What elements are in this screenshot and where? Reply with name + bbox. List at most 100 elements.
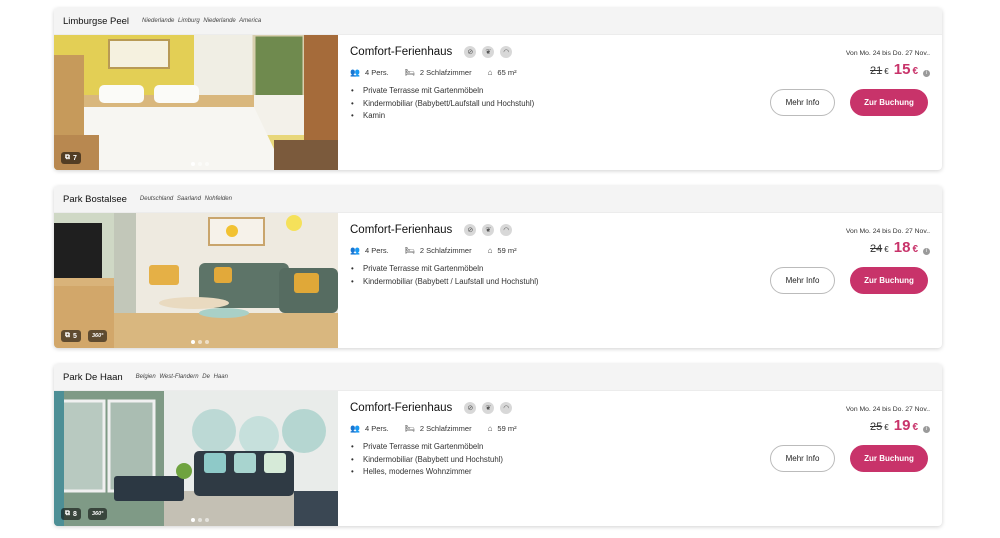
no-smoking-icon: ⊘ [464, 46, 477, 58]
old-price: 21 [870, 65, 883, 77]
house-title[interactable]: Comfort-Ferienhaus [350, 224, 452, 236]
carousel-dot[interactable] [198, 162, 202, 166]
carousel-dots [191, 162, 209, 166]
carousel-dot[interactable] [205, 340, 209, 344]
gallery-icon: ⧉ [65, 510, 70, 517]
house-title[interactable]: Comfort-Ferienhaus [350, 46, 452, 58]
book-button[interactable]: Zur Buchung [850, 445, 928, 472]
listing-photo[interactable]: ⧉ 5 360° [54, 213, 338, 348]
carousel-dot[interactable] [205, 518, 209, 522]
price-area: Von Mo. 24 bis Do. 27 Nov.. 21 € 15 € i [846, 50, 930, 78]
price-area: Von Mo. 24 bis Do. 27 Nov.. 25 € 19 € i [846, 406, 930, 434]
card-header: Park Bostalsee Deutschland Saarland Nohf… [54, 186, 942, 213]
old-price-currency: € [884, 67, 889, 76]
new-price-currency: € [912, 244, 918, 255]
park-location: Niederlande Limburg Niederlande America [142, 18, 262, 24]
card-header: Park De Haan Belgien West-Flandern De Ha… [54, 364, 942, 391]
pets-icon: ❦ [482, 224, 495, 236]
park-location: Deutschland Saarland Nohfelden [139, 196, 232, 202]
photo-count-badge[interactable]: ⧉ 7 [61, 152, 81, 164]
book-button[interactable]: Zur Buchung [850, 267, 928, 294]
new-price-currency: € [912, 66, 918, 77]
no-smoking-icon: ⊘ [464, 402, 477, 414]
carousel-dot[interactable] [205, 162, 209, 166]
listing-card: Park De Haan Belgien West-Flandern De Ha… [54, 364, 942, 526]
house-icon: ⌂ [487, 424, 493, 433]
feature-list: Private Terrasse mit Gartenmöbeln Kinder… [350, 85, 750, 123]
listing-photo[interactable]: ⧉ 7 [54, 35, 338, 170]
wifi-icon: ◠ [500, 224, 513, 236]
feature-item: Kamin [350, 110, 750, 123]
old-price: 24 [870, 243, 883, 255]
more-info-button[interactable]: Mehr Info [770, 445, 835, 472]
bedrooms-value: 2 Schlafzimmer [419, 68, 472, 77]
new-price: 18 [893, 239, 911, 256]
feature-item: Private Terrasse mit Gartenmöbeln [350, 441, 750, 454]
carousel-dot[interactable] [198, 340, 202, 344]
wifi-icon: ◠ [500, 402, 513, 414]
persons-icon: 👥 [350, 246, 360, 255]
wifi-icon: ◠ [500, 46, 513, 58]
gallery-icon: ⧉ [65, 154, 70, 161]
date-range: Von Mo. 24 bis Do. 27 Nov.. [845, 228, 930, 235]
house-icon: ⌂ [487, 246, 493, 255]
new-price: 19 [893, 417, 911, 434]
listing-card: Limburgse Peel Niederlande Limburg Niede… [54, 8, 942, 170]
book-button[interactable]: Zur Buchung [850, 89, 928, 116]
listing-card: Park Bostalsee Deutschland Saarland Nohf… [54, 186, 942, 348]
park-name[interactable]: Limburgse Peel [63, 16, 129, 27]
photo-count-badge[interactable]: ⧉ 5 [61, 330, 81, 342]
pets-icon: ❦ [482, 46, 495, 58]
info-icon[interactable]: i [923, 425, 930, 433]
carousel-dot[interactable] [191, 518, 195, 522]
bed-icon: 🛏 [404, 68, 415, 77]
persons-icon: 👥 [350, 424, 360, 433]
carousel-dot[interactable] [191, 162, 195, 166]
date-range: Von Mo. 24 bis Do. 27 Nov.. [845, 50, 930, 57]
info-icon[interactable]: i [923, 247, 930, 255]
park-name[interactable]: Park Bostalsee [63, 194, 127, 205]
info-icon[interactable]: i [923, 69, 930, 77]
house-title[interactable]: Comfort-Ferienhaus [350, 402, 452, 414]
new-price-currency: € [912, 422, 918, 433]
bed-icon: 🛏 [404, 246, 415, 255]
persons-value: 4 Pers. [364, 246, 389, 255]
bed-icon: 🛏 [404, 424, 415, 433]
persons-icon: 👥 [350, 68, 360, 77]
house-icon: ⌂ [487, 68, 493, 77]
carousel-dots [191, 518, 209, 522]
persons-value: 4 Pers. [364, 68, 389, 77]
view-360-badge[interactable]: 360° [88, 508, 108, 520]
carousel-dot[interactable] [191, 340, 195, 344]
feature-item: Helles, modernes Wohnzimmer [350, 466, 750, 479]
feature-list: Private Terrasse mit Gartenmöbeln Kinder… [350, 441, 750, 479]
view-360-badge[interactable]: 360° [88, 330, 108, 342]
listing-photo[interactable]: ⧉ 8 360° [54, 391, 338, 526]
feature-item: Private Terrasse mit Gartenmöbeln [350, 85, 750, 98]
date-range: Von Mo. 24 bis Do. 27 Nov.. [845, 406, 930, 413]
price-area: Von Mo. 24 bis Do. 27 Nov.. 24 € 18 € i [846, 228, 930, 256]
pets-icon: ❦ [482, 402, 495, 414]
carousel-dot[interactable] [198, 518, 202, 522]
photo-count: 5 [73, 332, 77, 340]
more-info-button[interactable]: Mehr Info [770, 267, 835, 294]
park-name[interactable]: Park De Haan [63, 372, 123, 383]
feature-item: Private Terrasse mit Gartenmöbeln [350, 263, 750, 276]
old-price-currency: € [884, 245, 889, 254]
old-price-currency: € [884, 423, 889, 432]
feature-list: Private Terrasse mit Gartenmöbeln Kinder… [350, 263, 750, 288]
feature-item: Kindermobiliar (Babybett / Laufstall und… [350, 276, 750, 289]
gallery-icon: ⧉ [65, 332, 70, 339]
bedrooms-value: 2 Schlafzimmer [419, 424, 472, 433]
carousel-dots [191, 340, 209, 344]
more-info-button[interactable]: Mehr Info [770, 89, 835, 116]
no-smoking-icon: ⊘ [464, 224, 477, 236]
photo-count: 7 [73, 154, 77, 162]
photo-count-badge[interactable]: ⧉ 8 [61, 508, 81, 520]
new-price: 15 [893, 61, 911, 78]
card-header: Limburgse Peel Niederlande Limburg Niede… [54, 8, 942, 35]
photo-count: 8 [73, 510, 77, 518]
area-value: 59 m² [497, 246, 517, 255]
persons-value: 4 Pers. [364, 424, 389, 433]
park-location: Belgien West-Flandern De Haan [135, 374, 228, 380]
